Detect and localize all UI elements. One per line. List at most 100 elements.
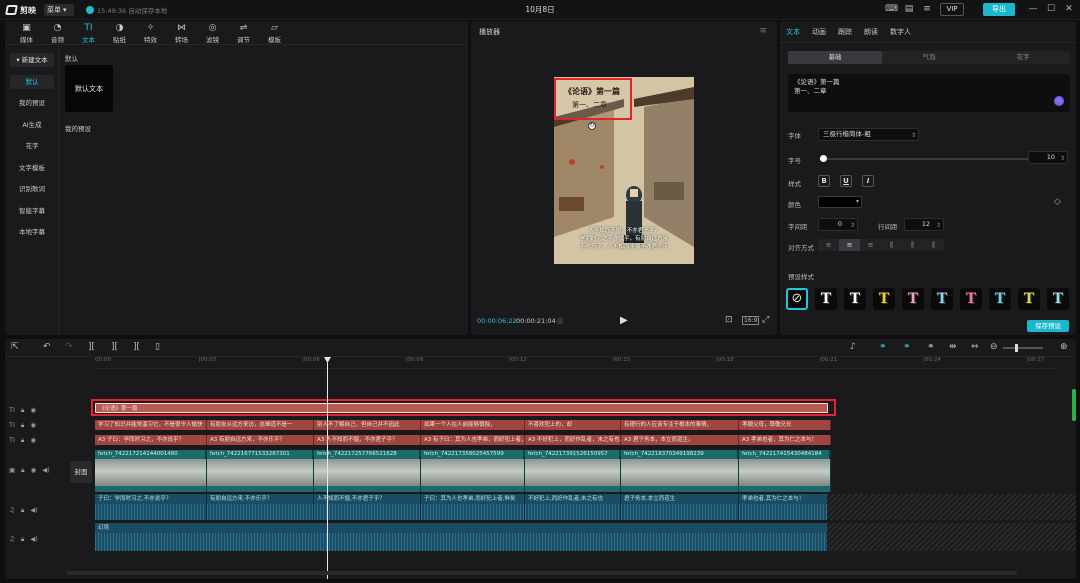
timeline-icon[interactable]: ▥	[557, 317, 564, 325]
undo-icon[interactable]: ↶	[43, 342, 51, 352]
audio-clip[interactable]: 人不知而不愠,不亦君子乎？	[314, 494, 421, 520]
eye-icon[interactable]: ◉	[30, 421, 36, 429]
font-select[interactable]: 三极行楷简体-粗 ⇕	[818, 128, 919, 141]
ai-assist-icon[interactable]	[1054, 96, 1064, 106]
preset-style[interactable]: T	[902, 288, 924, 310]
select-tool-icon[interactable]: ⇱	[11, 342, 19, 352]
mute-icon[interactable]: ◀)	[30, 506, 38, 514]
horizontal-scrollbar[interactable]	[67, 571, 1017, 575]
eye-icon[interactable]: ◉	[30, 436, 36, 444]
microphone-icon[interactable]: ♪	[850, 342, 856, 352]
zoom-slider[interactable]	[1003, 344, 1043, 352]
maximize-icon[interactable]: ☐	[1045, 4, 1057, 15]
tab-5[interactable]: ⋈ 转场	[166, 21, 197, 45]
play-icon[interactable]: ▶	[620, 315, 628, 326]
split-right-icon[interactable]: ][	[133, 342, 140, 352]
video-clip[interactable]: fetch_742217391526150957	[525, 450, 621, 492]
keyframe-icon[interactable]: ◇	[1054, 197, 1061, 207]
preset-style[interactable]: T	[844, 288, 866, 310]
fit-icon[interactable]: ⇔	[971, 342, 979, 352]
align-center-icon[interactable]: ≡	[839, 239, 860, 251]
sidebar-item[interactable]: 本地字幕	[10, 225, 54, 239]
color-picker[interactable]: ▾	[818, 196, 862, 208]
subtitle-clip[interactable]: 不喜欢犯上的，却	[525, 420, 621, 430]
lock-icon[interactable]: 🔒︎	[21, 535, 24, 544]
playhead[interactable]	[327, 357, 328, 579]
sidebar-item[interactable]: 我的预设	[10, 96, 54, 110]
underline-button[interactable]: U	[840, 175, 852, 187]
tab-6[interactable]: ◎ 滤镜	[197, 21, 228, 45]
segment-0[interactable]: 基础	[788, 51, 882, 64]
sidebar-item[interactable]: 识别歌词	[10, 182, 54, 196]
link-main-track-icon[interactable]: ⚭	[879, 342, 887, 352]
subtitle-clip[interactable]: 别人不了解自己，但自己并不因此	[314, 420, 421, 430]
menu-button[interactable]: 菜单 ▾	[44, 4, 74, 16]
lock-icon[interactable]: 🔒︎	[21, 466, 24, 475]
segment-1[interactable]: 气泡	[882, 51, 976, 64]
link-icon[interactable]: ⚭	[927, 342, 935, 352]
zoom-out-icon[interactable]: ⊖	[990, 342, 998, 352]
delete-icon[interactable]: ▯	[155, 342, 160, 352]
fullscreen-crop-icon[interactable]: ⊡	[725, 315, 733, 325]
video-clip[interactable]: fetch_742218370349198239	[621, 450, 739, 492]
video-clip[interactable]: fetch_742217214144001480	[95, 450, 207, 492]
line-spacing-input[interactable]: 12 ⇕	[904, 218, 944, 231]
preset-style[interactable]: T	[1047, 288, 1069, 310]
tab-2[interactable]: TI 文本	[73, 21, 104, 45]
subtitle-clip[interactable]: 有朋友从远方来访，这难道不是一	[207, 420, 314, 430]
inspector-tab[interactable]: 文本	[786, 27, 800, 37]
video-clip[interactable]: fetch_742217358025457599	[421, 450, 525, 492]
title-text-clip[interactable]: 《论语》第一篇	[95, 403, 828, 413]
title-overlay[interactable]: 《论语》第一篇 第一、二章	[554, 78, 632, 120]
tab-0[interactable]: ▣ 媒体	[11, 21, 42, 45]
music-clip[interactable]: 幻境	[95, 523, 827, 551]
vip-button[interactable]: VIP	[940, 3, 964, 16]
subtitle-clip[interactable]: 如果一个人在人前能够慎独，	[421, 420, 525, 430]
minimize-icon[interactable]: —	[1027, 4, 1039, 15]
sidebar-item[interactable]: AI生成	[10, 118, 54, 132]
align-vertical-top-icon[interactable]: ⫼	[881, 239, 902, 251]
save-preset-button[interactable]: 保存预设	[1027, 320, 1069, 332]
sidebar-item[interactable]: 智能字幕	[10, 204, 54, 218]
keyboard-icon[interactable]: ⌨	[885, 4, 898, 15]
audio-clip[interactable]: 不好犯上,而好作乱者,未之有也	[525, 494, 621, 520]
size-slider-handle[interactable]	[820, 155, 827, 162]
subtitle-clip[interactable]: 学习了知识并能常温习它，不是很令人愉快	[95, 420, 207, 430]
eye-icon[interactable]: ◉	[30, 406, 36, 414]
zoom-handle[interactable]	[1015, 344, 1018, 352]
tab-3[interactable]: ◑ 贴纸	[104, 21, 135, 45]
subtitle-clip[interactable]: 有德行的人应该专注于根本的事情，	[621, 420, 739, 430]
mute-icon[interactable]: ◀)	[42, 466, 50, 474]
preset-style[interactable]: T	[873, 288, 895, 310]
split-icon[interactable]: ][	[88, 342, 95, 352]
inspector-tab[interactable]: 朗读	[864, 27, 878, 37]
size-input[interactable]: 10 ⇕	[1028, 151, 1068, 164]
tab-4[interactable]: ✧ 特效	[135, 21, 166, 45]
no-preset-icon[interactable]: ⊘	[786, 288, 808, 310]
preset-style[interactable]: T	[815, 288, 837, 310]
subtitle-clip[interactable]: A3 人不知而不愠，不亦君子乎？	[314, 435, 421, 445]
subtitle-clip[interactable]: A3 不好犯上，而好作乱者，未之有也。	[525, 435, 621, 445]
vertical-scrollbar[interactable]	[1072, 389, 1076, 421]
align-vertical-center-icon[interactable]: ⫼	[902, 239, 923, 251]
time-ruler[interactable]: 00:00 |00:03 |00:06 |00:09 |00:12 |00:15 |00:1…	[95, 357, 1055, 369]
sidebar-item[interactable]: ▾ 新建文本	[10, 53, 54, 67]
preset-style[interactable]: T	[989, 288, 1011, 310]
preset-style[interactable]: T	[960, 288, 982, 310]
lock-icon[interactable]: 🔒︎	[21, 406, 24, 415]
spacing-input[interactable]: 0 ⇕	[818, 218, 858, 231]
redo-icon[interactable]: ↷	[65, 342, 73, 352]
subtitle-clip[interactable]: A3 有朋自远方来，不亦乐乎？	[207, 435, 314, 445]
audio-clip[interactable]: 有朋自远方来,不亦乐乎？	[207, 494, 314, 520]
audio-clip[interactable]: 子曰：其为人也孝弟,而好犯上者,鲜矣	[421, 494, 525, 520]
bold-button[interactable]: B	[818, 175, 830, 187]
expand-icon[interactable]: ⤢	[762, 315, 769, 325]
video-clip[interactable]: fetch_742217257766521628	[314, 450, 421, 492]
subtitle-clip[interactable]: A3 有子曰：其为人也孝弟，而好犯上者，鲜矣	[421, 435, 525, 445]
video-clip[interactable]: fetch_742216771533287301	[207, 450, 314, 492]
default-text-card[interactable]: 默认文本	[65, 65, 113, 112]
italic-button[interactable]: I	[862, 175, 874, 187]
align-vertical-bottom-icon[interactable]: ⫼	[923, 239, 944, 251]
sidebar-item[interactable]: 花字	[10, 139, 54, 153]
segment-2[interactable]: 花字	[976, 51, 1070, 64]
